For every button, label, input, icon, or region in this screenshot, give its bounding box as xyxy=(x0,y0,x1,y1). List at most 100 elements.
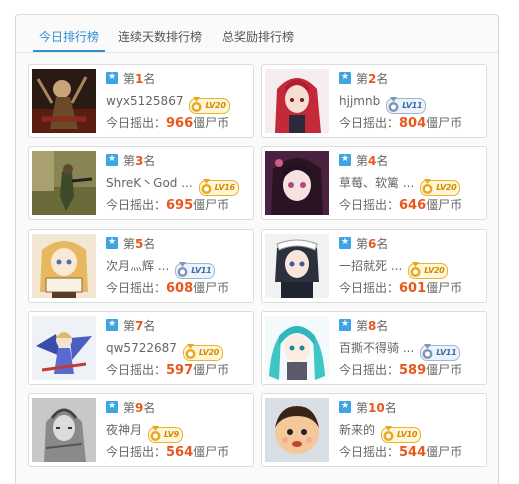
rank-card[interactable]: 第7名 qw5722687 LV20 今日摇出：597僵尸币 xyxy=(28,311,254,385)
coin-unit: 僵尸币 xyxy=(426,116,463,130)
user-avatar[interactable] xyxy=(265,151,329,215)
user-name[interactable]: 新来的 xyxy=(339,423,375,437)
user-name[interactable]: 草莓、软篱 ... xyxy=(339,176,414,190)
medal-icon xyxy=(422,344,433,359)
rank-label: 第10名 xyxy=(339,400,397,416)
rank-card[interactable]: 第5名次月灬辉 ... LV11 今日摇出：608僵尸币 xyxy=(28,229,254,303)
rank-card[interactable]: 第10名新来的 LV10 今日摇出：544僵尸币 xyxy=(261,393,487,467)
rank-suffix: 名 xyxy=(376,237,389,251)
rank-prefix: 第 xyxy=(123,401,136,415)
user-avatar[interactable] xyxy=(32,69,96,133)
medal-icon xyxy=(185,344,196,359)
level-text: LV11 xyxy=(402,101,423,110)
bookmark-icon xyxy=(106,400,118,413)
user-name[interactable]: wyx5125867 xyxy=(106,94,183,108)
coin-amount: 646 xyxy=(399,198,427,213)
user-avatar[interactable] xyxy=(32,151,96,215)
coin-line: 今日摇出：564僵尸币 xyxy=(106,444,229,460)
user-name[interactable]: 夜神月 xyxy=(106,423,142,437)
level-badge: LV20 xyxy=(420,179,461,196)
bookmark-icon xyxy=(106,71,118,84)
medal-icon xyxy=(388,97,399,112)
coin-unit: 僵尸币 xyxy=(426,445,463,459)
coin-line: 今日摇出：646僵尸币 xyxy=(339,197,462,213)
rank-prefix: 第 xyxy=(356,401,369,415)
medal-icon xyxy=(150,426,161,441)
user-name-line: wyx5125867 LV20 xyxy=(106,93,230,114)
rank-card[interactable]: 第6名一招就死 ... LV20 今日摇出：601僵尸币 xyxy=(261,229,487,303)
coin-amount: 966 xyxy=(166,116,194,131)
rank-card[interactable]: 第1名 wyx5125867 LV20 今日摇出：966僵尸币 xyxy=(28,64,254,138)
user-name[interactable]: 次月灬辉 ... xyxy=(106,259,169,273)
bookmark-icon xyxy=(339,236,351,249)
rank-card[interactable]: 第3名 ShreK丶God ... LV16 今日摇出：695僵尸币 xyxy=(28,146,254,220)
rank-suffix: 名 xyxy=(143,401,156,415)
user-name[interactable]: ShreK丶God ... xyxy=(106,176,193,190)
rank-card[interactable]: 第9名夜神月 LV9 今日摇出：564僵尸币 xyxy=(28,393,254,467)
rank-suffix: 名 xyxy=(384,401,397,415)
level-text: LV20 xyxy=(205,101,226,110)
level-text: LV10 xyxy=(397,430,418,439)
rank-suffix: 名 xyxy=(376,72,389,86)
coin-label: 今日摇出： xyxy=(339,363,400,377)
rank-card[interactable]: 第4名草莓、软篱 ... LV20 今日摇出：646僵尸币 xyxy=(261,146,487,220)
level-text: LV20 xyxy=(436,183,457,192)
user-avatar[interactable] xyxy=(265,398,329,462)
level-text: LV16 xyxy=(214,183,235,192)
level-text: LV9 xyxy=(164,430,179,439)
user-avatar[interactable] xyxy=(265,316,329,380)
bookmark-icon xyxy=(339,400,351,413)
coin-unit: 僵尸币 xyxy=(426,281,463,295)
coin-line: 今日摇出：966僵尸币 xyxy=(106,115,229,131)
rank-label: 第7名 xyxy=(106,318,155,334)
level-badge: LV11 xyxy=(386,97,427,114)
tab-bar: 今日排行榜 连续天数排行榜 总奖励排行榜 xyxy=(16,15,498,53)
user-name-line: 草莓、软篱 ... LV20 xyxy=(339,175,461,196)
bookmark-icon xyxy=(339,318,351,331)
coin-unit: 僵尸币 xyxy=(193,363,230,377)
user-name[interactable]: 一招就死 ... xyxy=(339,259,402,273)
level-text: LV20 xyxy=(198,348,219,357)
user-name-line: hjjmnb LV11 xyxy=(339,93,427,114)
user-avatar[interactable] xyxy=(265,234,329,298)
user-avatar[interactable] xyxy=(32,316,96,380)
user-name-line: 百撕不得骑 ... LV11 xyxy=(339,340,461,361)
user-name[interactable]: hjjmnb xyxy=(339,94,380,108)
rank-label: 第6名 xyxy=(339,236,388,252)
tab-total-reward[interactable]: 总奖励排行榜 xyxy=(222,15,294,51)
coin-line: 今日摇出：597僵尸币 xyxy=(106,362,229,378)
rank-prefix: 第 xyxy=(356,237,369,251)
coin-label: 今日摇出： xyxy=(106,116,167,130)
level-badge: LV9 xyxy=(148,426,183,443)
coin-label: 今日摇出： xyxy=(339,445,400,459)
user-name-line: 次月灬辉 ... LV11 xyxy=(106,258,216,279)
coin-line: 今日摇出：804僵尸币 xyxy=(339,115,462,131)
rank-label: 第2名 xyxy=(339,71,388,87)
rank-suffix: 名 xyxy=(143,319,156,333)
tab-today[interactable]: 今日排行榜 xyxy=(32,15,106,52)
coin-unit: 僵尸币 xyxy=(193,198,230,212)
bookmark-icon xyxy=(106,318,118,331)
rank-card[interactable]: 第8名百撕不得骑 ... LV11 今日摇出：589僵尸币 xyxy=(261,311,487,385)
level-text: LV11 xyxy=(191,266,212,275)
user-avatar[interactable] xyxy=(32,398,96,462)
level-badge: LV16 xyxy=(198,179,239,196)
user-avatar[interactable] xyxy=(32,234,96,298)
user-name[interactable]: qw5722687 xyxy=(106,341,177,355)
rank-card[interactable]: 第2名 hjjmnb LV11 今日摇出：804僵尸币 xyxy=(261,64,487,138)
user-name[interactable]: 百撕不得骑 ... xyxy=(339,341,414,355)
coin-amount: 597 xyxy=(166,363,194,378)
coin-amount: 601 xyxy=(399,281,427,296)
rank-prefix: 第 xyxy=(123,154,136,168)
level-badge: LV20 xyxy=(408,262,449,279)
tab-consecutive-days[interactable]: 连续天数排行榜 xyxy=(118,15,202,51)
rank-suffix: 名 xyxy=(143,154,156,168)
level-badge: LV20 xyxy=(182,344,223,361)
rank-prefix: 第 xyxy=(356,319,369,333)
rank-prefix: 第 xyxy=(356,72,369,86)
user-name-line: ShreK丶God ... LV16 xyxy=(106,175,239,196)
user-avatar[interactable] xyxy=(265,69,329,133)
coin-unit: 僵尸币 xyxy=(426,198,463,212)
coin-line: 今日摇出：544僵尸币 xyxy=(339,444,462,460)
user-name-line: 夜神月 LV9 xyxy=(106,422,183,443)
